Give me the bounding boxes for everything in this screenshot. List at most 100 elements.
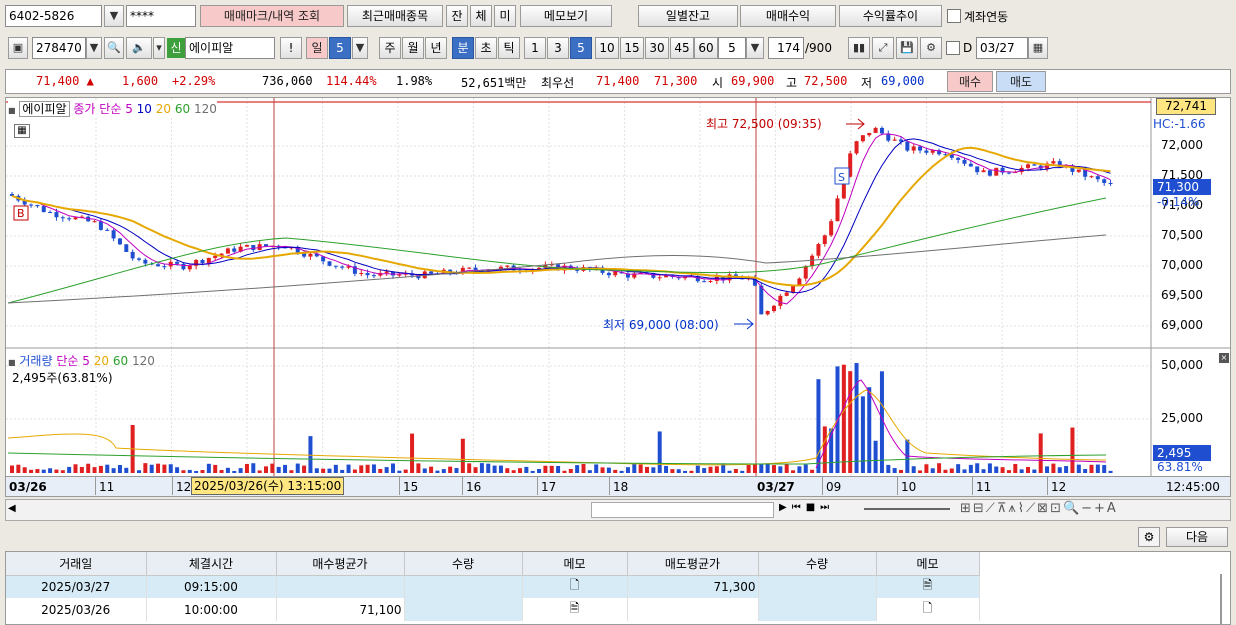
volume-bar [98, 465, 103, 473]
custom-period-dropdown-icon[interactable]: ▼ [746, 37, 764, 59]
price-tick-label: 70,000 [1161, 258, 1203, 272]
buy-button[interactable]: 매수 [947, 71, 993, 92]
chart-tools-icon[interactable]: ⊞⊟⟋⊼⩚⌇⟋⊠⊡🔍−+A [960, 501, 1118, 516]
profit-rate-trend-button[interactable]: 수익률추이 [839, 5, 942, 27]
credit-badge: 신 [167, 38, 185, 58]
minute-1-button[interactable]: 1 [524, 37, 546, 59]
memo-add-icon[interactable]: 🗎 [876, 575, 980, 598]
legend-stock-name: 에이피알 [19, 101, 70, 117]
volume-bar [441, 469, 446, 473]
chart-canvas[interactable]: BS [6, 98, 1231, 497]
volume-bar [79, 466, 84, 473]
custom-period-input[interactable]: 5 [718, 37, 746, 59]
date-checkbox[interactable] [946, 41, 960, 55]
account-dropdown-icon[interactable]: ▼ [104, 5, 124, 27]
volume-bar [962, 469, 967, 473]
period-week-button[interactable]: 주 [379, 37, 401, 59]
settings-gear-icon[interactable]: ⚙ [1138, 527, 1160, 547]
gear-icon[interactable]: ⚙ [920, 37, 942, 59]
date-input[interactable]: 03/27 [976, 37, 1028, 59]
minute-60-button[interactable]: 60 [694, 37, 718, 59]
volume-bar [54, 469, 59, 473]
volume-bar [479, 463, 484, 473]
stock-name-field[interactable]: 에이피알 [185, 37, 275, 59]
candle [873, 127, 878, 133]
period-day-button[interactable]: 일 [306, 37, 328, 59]
candle [772, 305, 776, 311]
memo-view-button[interactable]: 메모보기 [520, 5, 612, 27]
balance-jan-button[interactable]: 잔 [446, 5, 468, 27]
line-tool-icon[interactable]: ⤢ [872, 37, 894, 59]
bar-count-input[interactable]: 174 [768, 37, 804, 59]
period-second-button[interactable]: 초 [475, 37, 497, 59]
trade-profit-button[interactable]: 매매수익 [740, 5, 836, 27]
minute-45-button[interactable]: 45 [670, 37, 694, 59]
minute-15-button[interactable]: 15 [620, 37, 644, 59]
grid-scrollbar[interactable] [1220, 574, 1222, 624]
period-day-count[interactable]: 5 [329, 37, 351, 59]
close-panel-icon[interactable]: × [1219, 353, 1229, 363]
playback-controls-icon[interactable]: ▶⏮■⏭ [779, 502, 834, 513]
volume-bar [1070, 427, 1075, 473]
next-button[interactable]: 다음 [1166, 527, 1228, 547]
scroll-thumb[interactable] [591, 502, 774, 518]
alert-button[interactable]: ! [280, 37, 302, 59]
sound-dropdown-icon[interactable]: ▾ [153, 37, 165, 59]
unfilled-mi-button[interactable]: 미 [494, 5, 516, 27]
volume-bar [676, 469, 681, 473]
account-number-input[interactable]: 6402-5826 [5, 5, 102, 27]
minute-30-button[interactable]: 30 [645, 37, 669, 59]
volume-bar [956, 464, 961, 473]
volume-bar [1102, 465, 1107, 473]
volume-bar [60, 470, 65, 473]
period-month-button[interactable]: 월 [402, 37, 424, 59]
recent-trades-button[interactable]: 최근매매종목 [347, 5, 443, 27]
best-quote-label: 최우선 [541, 76, 575, 90]
password-input[interactable]: **** [126, 5, 196, 27]
minute-5-button[interactable]: 5 [570, 37, 592, 59]
candle [975, 166, 980, 173]
candle [702, 281, 707, 283]
memo-icon[interactable]: 🗋 [522, 575, 628, 598]
code-dropdown-icon[interactable]: ▼ [86, 37, 102, 59]
volume-bar [302, 465, 307, 473]
volume-bar [283, 464, 288, 473]
window-icon[interactable]: ▣ [8, 37, 28, 59]
trade-mark-query-button[interactable]: 매매마크/내역 조회 [200, 5, 344, 27]
memo-icon[interactable]: 🗋 [876, 598, 980, 621]
table-row[interactable]: 2025/03/27 09:15:00 🗋 71,300 🗎 [6, 575, 980, 598]
sell-button[interactable]: 매도 [996, 71, 1046, 92]
volume-bar [657, 431, 662, 473]
minute-3-button[interactable]: 3 [547, 37, 569, 59]
filled-che-button[interactable]: 체 [470, 5, 492, 27]
memo-add-icon[interactable]: 🗎 [522, 598, 628, 621]
day-count-dropdown-icon[interactable]: ▼ [352, 37, 368, 59]
time-tick [462, 477, 463, 495]
zoom-slider[interactable] [864, 508, 950, 510]
price-chart-panel[interactable]: BS ■ 에이피알 종가 단순 5 10 20 60 120 ▦ ■ 거래량 단… [5, 97, 1231, 497]
table-view-icon[interactable]: ▦ [14, 124, 30, 138]
volume-bar [416, 463, 421, 473]
sound-icon[interactable]: 🔈 [126, 37, 152, 59]
period-tick-button[interactable]: 틱 [498, 37, 520, 59]
candle-type-icon[interactable]: ▮▮ [848, 37, 870, 59]
time-tick-label: 18 [613, 480, 629, 494]
stock-code-input[interactable]: 278470 [32, 37, 86, 59]
period-minute-button[interactable]: 분 [452, 37, 474, 59]
daily-balance-button[interactable]: 일별잔고 [638, 5, 738, 27]
scroll-left-icon[interactable]: ◀ [8, 503, 16, 514]
calendar-icon[interactable]: ▦ [1028, 37, 1048, 59]
search-icon[interactable]: 🔍 [104, 37, 124, 59]
period-year-button[interactable]: 년 [425, 37, 447, 59]
account-link-checkbox[interactable] [947, 9, 961, 23]
save-icon[interactable]: 💾 [896, 37, 918, 59]
chart-scrollbar-row[interactable]: ◀ ▶⏮■⏭ ⊞⊟⟋⊼⩚⌇⟋⊠⊡🔍−+A [5, 499, 1231, 521]
minute-10-button[interactable]: 10 [595, 37, 619, 59]
candle [613, 271, 618, 276]
trade-amount: 52,651백만 [461, 76, 527, 90]
volume-bar [733, 469, 738, 473]
candle [765, 310, 770, 315]
volume-value: 736,060 [262, 74, 313, 88]
table-row[interactable]: 2025/03/26 10:00:00 71,100 🗎 🗋 [6, 598, 980, 621]
candle [327, 261, 332, 266]
